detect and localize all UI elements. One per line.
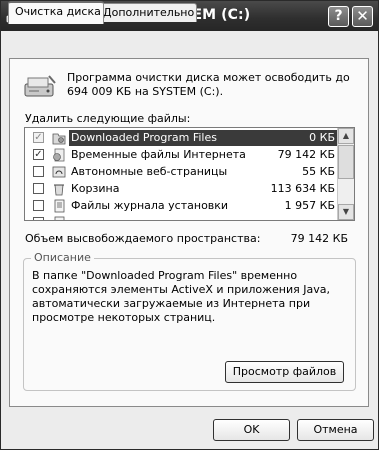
space-value: 79 142 КБ <box>290 232 348 245</box>
close-button[interactable]: ✕ <box>352 6 373 27</box>
file-size: 0 КБ <box>309 131 335 144</box>
ok-button[interactable]: OK <box>213 419 290 441</box>
file-name: Downloaded Program Files <box>71 131 217 144</box>
hard-drive-icon <box>24 75 56 97</box>
file-size: 55 КБ <box>302 165 335 178</box>
help-button[interactable]: ? <box>328 6 349 27</box>
internet-files-icon <box>53 148 65 162</box>
vertical-scrollbar[interactable]: ▲ ▼ <box>337 128 354 220</box>
scroll-down-icon[interactable]: ▼ <box>338 204 354 220</box>
list-item[interactable]: Корзина 113 634 КБ <box>25 181 339 198</box>
disk-cleanup-window: Очистка диска SYSTEM (C:) ? ✕ Очистка ди… <box>0 0 379 450</box>
view-files-button[interactable]: Просмотр файлов <box>225 361 344 383</box>
list-item[interactable]: Файлы журнала установки 1 957 КБ <box>25 198 339 215</box>
list-item[interactable] <box>25 215 339 220</box>
list-item[interactable]: Автономные веб-страницы 55 КБ <box>25 164 339 181</box>
file-size: 1 957 КБ <box>284 199 335 212</box>
list-item[interactable]: ✓ Временные файлы Интернета 79 142 КБ <box>25 147 339 164</box>
log-file-icon <box>54 199 65 213</box>
tab-disk-cleanup[interactable]: Очистка диска <box>8 1 104 24</box>
description-text: В папке "Downloaded Program Files" време… <box>32 269 330 324</box>
checkbox[interactable] <box>33 166 44 177</box>
list-item[interactable]: ✓ Downloaded Program Files 0 КБ <box>25 130 339 147</box>
recycle-bin-icon <box>54 184 64 196</box>
file-name: Временные файлы Интернета <box>71 148 246 161</box>
files-listbox[interactable]: ✓ Downloaded Program Files 0 КБ ✓ Временн… <box>24 127 355 221</box>
checkbox[interactable]: ✓ <box>33 132 44 143</box>
file-name: Корзина <box>71 182 120 195</box>
intro-text: Программа очистки диска может освободить… <box>67 71 350 98</box>
offline-pages-icon <box>52 166 66 178</box>
description-group-title: Описание <box>31 251 94 264</box>
files-list-label: Удалить следующие файлы: <box>25 112 191 125</box>
file-icon <box>54 216 65 220</box>
scroll-up-icon[interactable]: ▲ <box>338 128 354 144</box>
checkbox[interactable] <box>33 200 44 211</box>
file-name: Автономные веб-страницы <box>71 165 228 178</box>
cancel-button[interactable]: Отмена <box>297 419 374 441</box>
scroll-thumb[interactable] <box>338 145 354 179</box>
checkbox[interactable]: ✓ <box>33 149 44 160</box>
file-size: 113 634 КБ <box>270 182 335 195</box>
checkbox[interactable] <box>33 217 44 220</box>
space-label: Объем высвобождаемого пространства: <box>25 232 261 245</box>
folder-icon <box>52 133 66 145</box>
tab-more-options[interactable]: Дополнительно <box>96 3 197 22</box>
checkbox[interactable] <box>33 183 44 194</box>
file-name: Файлы журнала установки <box>71 199 229 212</box>
file-size: 79 142 КБ <box>277 148 335 161</box>
